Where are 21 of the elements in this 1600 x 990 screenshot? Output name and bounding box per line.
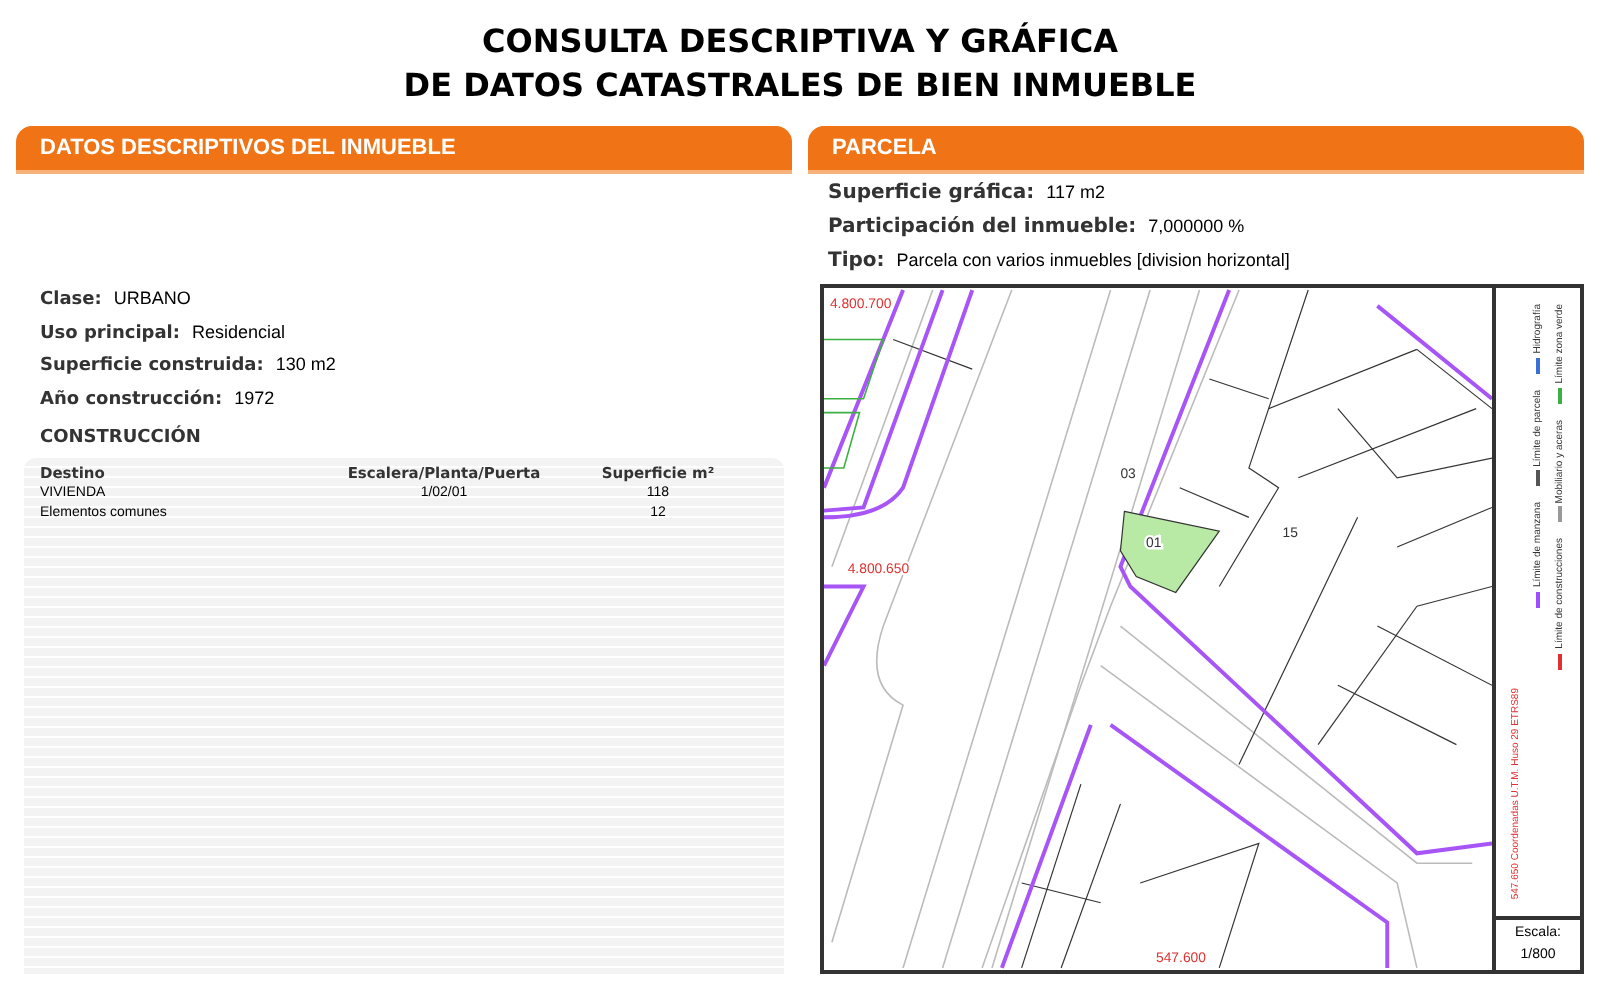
- field-value: 130 m2: [275, 352, 336, 378]
- field-label: Tipo:: [828, 248, 885, 276]
- field-label: Año construcción:: [40, 387, 223, 413]
- field-value: Residencial: [191, 319, 286, 345]
- field-value: 1972: [234, 385, 275, 411]
- section-header: DATOS DESCRIPTIVOS DEL INMUEBLE: [16, 125, 792, 170]
- parcel-shape: [1119, 510, 1221, 594]
- field-value: 7,000000 %: [1148, 214, 1245, 240]
- field-label: Participación del inmueble:: [828, 214, 1137, 242]
- field-value: URBANO: [113, 286, 191, 312]
- page-title: DE DATOS CATASTRALES DE BIEN INMUEBLE: [403, 64, 1197, 108]
- field-label: Superficie gráfica:: [828, 180, 1035, 208]
- field-label: Clase:: [40, 288, 102, 314]
- field-label: Superficie construida:: [40, 354, 264, 380]
- field-value: 117 m2: [1046, 180, 1106, 206]
- park-boundary-lines: [824, 338, 885, 469]
- field-value: Parcela con varios inmuebles [division horizontal]: [896, 248, 1290, 274]
- section-title: CONSTRUCCIÓN: [38, 426, 203, 452]
- page-title: CONSULTA DESCRIPTIVA Y GRÁFICA: [481, 20, 1118, 64]
- section-header: PARCELA: [808, 125, 1584, 170]
- field-label: Uso principal:: [40, 321, 180, 347]
